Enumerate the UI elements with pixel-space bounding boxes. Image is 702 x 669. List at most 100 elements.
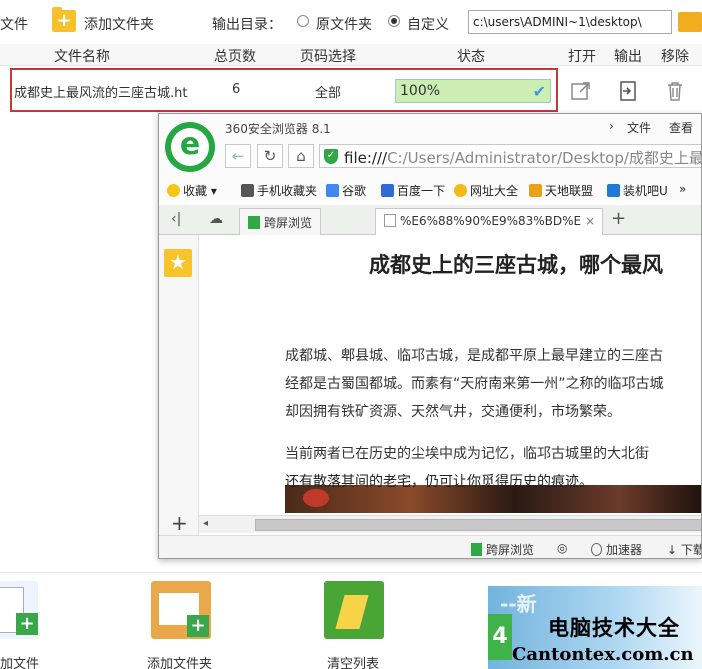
- horizontal-scrollbar[interactable]: ◂: [199, 515, 701, 533]
- folder-icon: [241, 184, 254, 197]
- source-folder-radio[interactable]: [297, 15, 309, 27]
- bookmark-favorites[interactable]: 收藏 ▾: [167, 182, 217, 199]
- bookmark-label: 手机收藏夹: [257, 184, 318, 198]
- status-history-icon[interactable]: ◎: [557, 541, 567, 555]
- col-output: 输出: [614, 49, 642, 65]
- watermark-green-block: 4: [488, 614, 512, 660]
- broom-icon[interactable]: [324, 581, 384, 639]
- tab-list-icon[interactable]: ‹|: [171, 211, 181, 227]
- add-file-large-label[interactable]: 加文件: [0, 653, 39, 669]
- bookmark-mobile-favorites[interactable]: 手机收藏夹: [241, 182, 317, 199]
- clear-list-label[interactable]: 清空列表: [327, 653, 379, 669]
- add-file-button[interactable]: 文件: [0, 14, 28, 34]
- star-icon: [167, 184, 180, 197]
- google-icon: [326, 184, 339, 197]
- phone-icon: [471, 543, 482, 556]
- scrollbar-thumb[interactable]: [255, 519, 701, 531]
- tab-strip: ‹| ☁ 跨屏浏览 %E6%88%90%E9%83%BD%E × +: [159, 205, 701, 236]
- scroll-left-icon[interactable]: ◂: [203, 518, 208, 529]
- menu-view[interactable]: 查看: [669, 119, 693, 136]
- browser-app-name: 360安全浏览器 8.1: [225, 122, 331, 136]
- download-arrow-icon: ↓: [667, 543, 678, 557]
- output-path-input[interactable]: [468, 10, 672, 34]
- new-tab-icon[interactable]: +: [611, 208, 626, 229]
- zhuangji-icon: [607, 184, 620, 197]
- status-accelerator[interactable]: 加速器: [591, 541, 642, 558]
- sidebar-add-icon[interactable]: +: [171, 511, 188, 535]
- favorites-star-icon[interactable]: ★: [164, 249, 192, 277]
- bookmark-label: 百度一下: [397, 184, 446, 198]
- file-name: 成都史上最风流的三座古城.ht: [14, 86, 188, 101]
- col-pages: 总页数: [214, 49, 256, 65]
- add-folder-icon[interactable]: +: [52, 7, 76, 32]
- bookmarks-overflow-icon[interactable]: »: [679, 182, 686, 196]
- table-row[interactable]: 成都史上最风流的三座古城.ht 6 全部 100% ✔: [10, 68, 558, 112]
- output-icon[interactable]: [617, 80, 639, 102]
- baidu-icon: [381, 184, 394, 197]
- article-paragraph-line: 经都是古蜀国都城。而素有“天府南来第一州”之称的临邛古城: [285, 376, 664, 392]
- address-bar[interactable]: ✓ file:///C:/Users/Administrator/Desktop…: [319, 144, 702, 168]
- bookmark-label: 谷歌: [342, 184, 367, 198]
- watermark-url: Cantontex.com.cn: [512, 644, 694, 665]
- status-cross-screen-label: 跨屏浏览: [486, 543, 535, 557]
- watermark-title: 电脑技术大全: [548, 616, 680, 640]
- open-external-icon[interactable]: [570, 80, 592, 102]
- article-paragraph-line: 当前两者已在历史的尘埃中成为记忆，临邛古城里的大北街: [285, 446, 649, 462]
- bookmarks-bar: 收藏 ▾ 手机收藏夹 谷歌 百度一下 网址大全 天地联盟 装机吧U »: [159, 178, 701, 202]
- address-url[interactable]: file:///C:/Users/Administrator/Desktop/成…: [344, 147, 702, 168]
- menu-file[interactable]: 文件: [627, 119, 651, 136]
- browser-logo-icon: e: [165, 122, 215, 172]
- article-paragraph-line: 却因拥有铁矿资源、天然气井，交通便利，市场繁荣。: [285, 404, 621, 420]
- col-page-range: 页码选择: [300, 49, 356, 65]
- watermark-logo: --新 4 电脑技术大全 Cantontex.com.cn: [488, 586, 702, 669]
- browse-folder-icon[interactable]: [678, 12, 702, 32]
- tab-cross-screen[interactable]: 跨屏浏览: [239, 208, 322, 235]
- tab-article[interactable]: %E6%88%90%E9%83%BD%E ×: [375, 208, 603, 236]
- source-folder-label[interactable]: 原文件夹: [316, 14, 372, 34]
- file-page-range[interactable]: 全部: [315, 82, 341, 101]
- add-folder-large-label[interactable]: 添加文件夹: [147, 653, 212, 669]
- refresh-icon[interactable]: ↻: [257, 144, 283, 168]
- tiandi-icon: [529, 184, 542, 197]
- col-status: 状态: [457, 49, 485, 65]
- back-arrow-icon[interactable]: ←: [225, 144, 251, 168]
- bookmark-zhuangji[interactable]: 装机吧U: [607, 182, 668, 199]
- menu-chevron-icon[interactable]: ›: [609, 119, 614, 133]
- browser-titlebar: e 360安全浏览器 8.1 › 文件 查看 ← ↻ ⌂ ✓ file:///C…: [159, 114, 702, 178]
- bookmark-label: 网址大全: [470, 184, 519, 198]
- bookmark-url-directory[interactable]: 网址大全: [454, 182, 518, 199]
- col-remove: 移除: [661, 49, 689, 65]
- page-icon: [384, 214, 396, 227]
- file-table-header: 文件名称 总页数 页码选择 状态 打开 输出 移除: [0, 44, 702, 66]
- url-directory-icon: [454, 184, 467, 197]
- tab-label: 跨屏浏览: [264, 216, 313, 230]
- bookmark-google[interactable]: 谷歌: [326, 182, 366, 199]
- home-icon[interactable]: ⌂: [288, 144, 314, 168]
- status-download[interactable]: ↓ 下载: [667, 541, 701, 558]
- page-content: 成都史上的三座古城，哪个最风 成都城、郫县城、临邛古城，是成都平原上最早建立的三…: [199, 235, 701, 513]
- bookmark-label: 收藏: [183, 184, 208, 198]
- status-download-label: 下载: [680, 543, 701, 557]
- address-path: C:/Users/Administrator/Desktop/成都史上最: [387, 149, 702, 167]
- custom-label[interactable]: 自定义: [407, 14, 449, 34]
- add-file-large-icon[interactable]: +: [0, 581, 38, 639]
- bookmark-baidu[interactable]: 百度一下: [381, 182, 445, 199]
- tab-label: %E6%88%90%E9%83%BD%E: [400, 214, 582, 228]
- checkmark-icon: ✔: [532, 82, 546, 101]
- custom-radio[interactable]: [388, 15, 400, 27]
- article-paragraph-line: 成都城、郫县城、临邛古城，是成都平原上最早建立的三座古: [285, 348, 663, 364]
- status-progress-bar: 100% ✔: [395, 79, 551, 103]
- rocket-icon: [591, 543, 602, 556]
- trash-icon[interactable]: [664, 80, 686, 102]
- browser-sidebar: ★ +: [159, 235, 199, 535]
- bookmark-tiandi[interactable]: 天地联盟: [529, 182, 593, 199]
- article-title: 成都史上的三座古城，哪个最风: [369, 253, 663, 277]
- add-folder-large-icon[interactable]: +: [151, 581, 211, 639]
- status-cross-screen[interactable]: 跨屏浏览: [471, 541, 534, 558]
- bookmark-label: 天地联盟: [545, 184, 594, 198]
- cloud-icon[interactable]: ☁: [209, 211, 223, 227]
- watermark-faint-text: --新: [500, 592, 537, 616]
- add-folder-button[interactable]: 添加文件夹: [84, 14, 154, 34]
- tab-close-icon[interactable]: ×: [585, 214, 595, 228]
- browser-window: e 360安全浏览器 8.1 › 文件 查看 ← ↻ ⌂ ✓ file:///C…: [158, 113, 702, 559]
